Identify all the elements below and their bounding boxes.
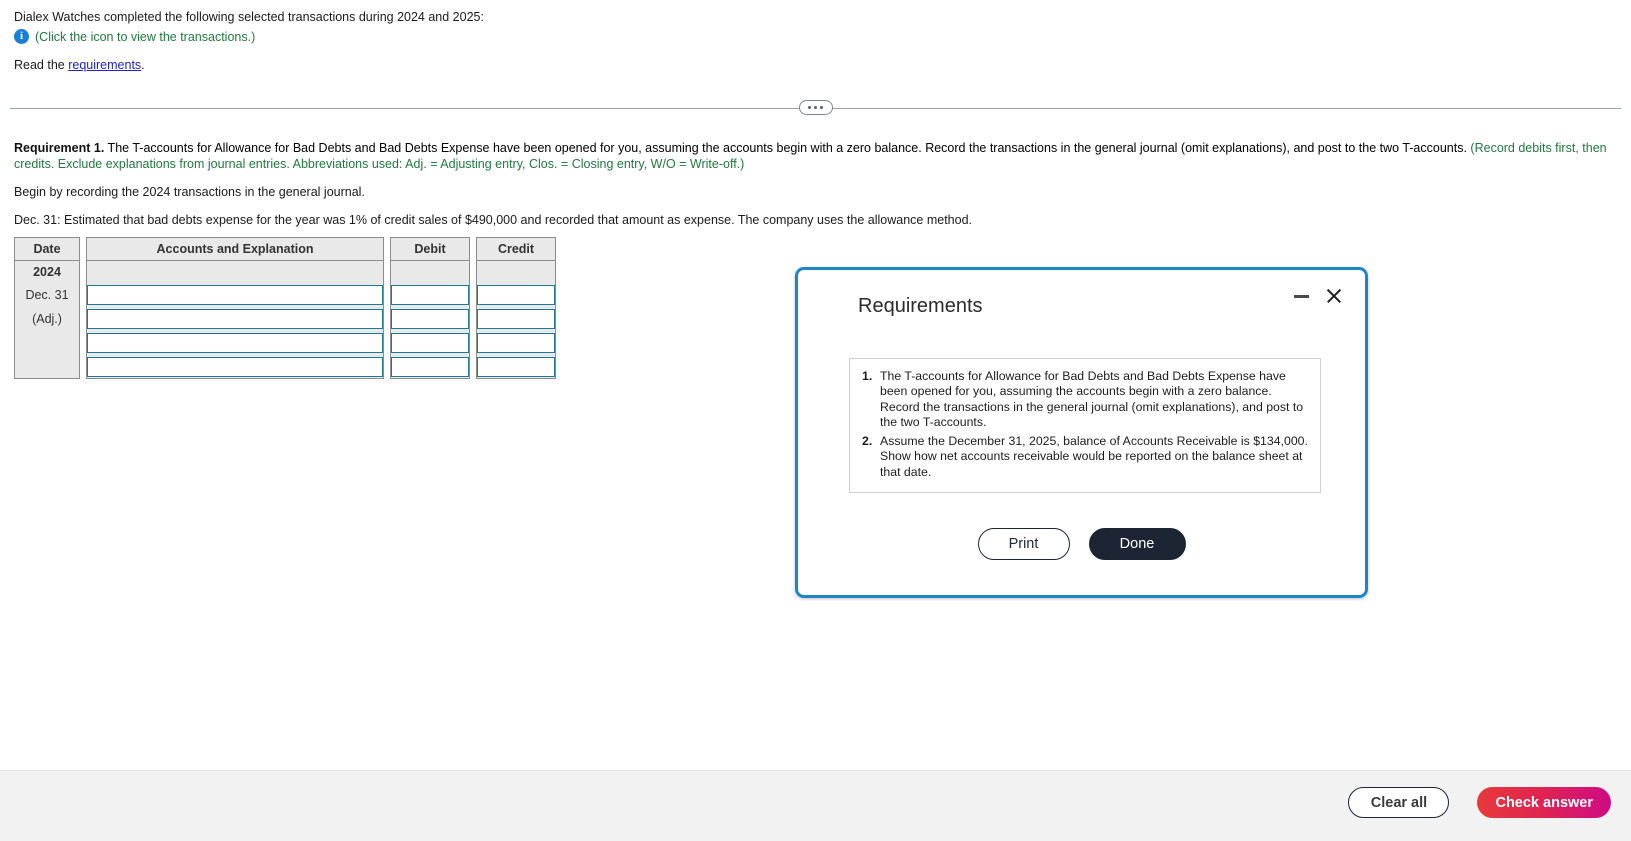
credit-input[interactable] (477, 356, 555, 377)
list-item: 1. The T-accounts for Allowance for Bad … (858, 369, 1308, 430)
footer-bar: Clear all Check answer (0, 770, 1631, 841)
table-row (14, 355, 556, 379)
read-prefix: Read the (14, 58, 69, 72)
clear-all-button[interactable]: Clear all (1348, 787, 1450, 818)
section-divider (10, 100, 1621, 116)
begin-instruction: Begin by recording the 2024 transactions… (14, 185, 365, 199)
debit-cell (390, 307, 470, 331)
dialog-actions: Print Done (798, 528, 1365, 560)
accounts-cell (86, 355, 384, 379)
accounts-spacer-cell (86, 261, 384, 283)
icon-note-text: (Click the icon to view the transactions… (35, 29, 256, 44)
expand-dots-button[interactable] (798, 100, 833, 115)
credit-spacer-cell (476, 261, 556, 283)
header-date: Date (14, 237, 80, 261)
dialog-title: Requirements (858, 295, 983, 317)
debit-cell (390, 355, 470, 379)
check-answer-button[interactable]: Check answer (1477, 787, 1611, 818)
close-icon[interactable] (1325, 287, 1343, 305)
done-button[interactable]: Done (1088, 528, 1186, 560)
footer-actions: Clear all Check answer (1348, 787, 1611, 818)
date-label-year: 2024 (14, 261, 80, 283)
requirement-number: 1. (862, 369, 873, 383)
requirement-item-text: Assume the December 31, 2025, balance of… (880, 434, 1308, 479)
credit-cell (476, 283, 556, 307)
date-label-adj: (Adj.) (14, 307, 80, 331)
debit-spacer-cell (390, 261, 470, 283)
requirement-body: The T-accounts for Allowance for Bad Deb… (104, 141, 1471, 155)
credit-input[interactable] (477, 285, 555, 305)
info-icon[interactable]: i (14, 29, 29, 44)
table-row: (Adj.) (14, 307, 556, 331)
requirements-link[interactable]: requirements (68, 58, 141, 72)
journal-header-row: Date Accounts and Explanation Debit Cred… (14, 237, 556, 261)
accounts-input[interactable] (87, 356, 383, 377)
credit-input[interactable] (477, 333, 555, 353)
accounts-input[interactable] (87, 285, 383, 305)
date-label-dec31: Dec. 31 (14, 283, 80, 307)
dialog-window-controls (1294, 287, 1343, 305)
requirement-text-block: Requirement 1. The T-accounts for Allowa… (14, 140, 1617, 172)
requirements-list-panel: 1. The T-accounts for Allowance for Bad … (849, 358, 1321, 494)
header-accounts: Accounts and Explanation (86, 237, 384, 261)
print-button[interactable]: Print (977, 528, 1070, 560)
requirement-item-text: The T-accounts for Allowance for Bad Deb… (880, 369, 1304, 429)
requirements-dialog: Requirements 1. The T-accounts for Allow… (795, 267, 1368, 598)
minimize-icon[interactable] (1294, 294, 1309, 298)
requirement-number: 2. (862, 434, 873, 449)
debit-cell (390, 283, 470, 307)
debit-cell (390, 331, 470, 355)
debit-input[interactable] (391, 285, 469, 305)
list-item: 2. Assume the December 31, 2025, balance… (858, 434, 1308, 480)
problem-intro: Dialex Watches completed the following s… (14, 10, 484, 24)
page-root: Dialex Watches completed the following s… (0, 0, 1631, 841)
accounts-input[interactable] (87, 333, 383, 353)
table-row (14, 331, 556, 355)
credit-input[interactable] (477, 309, 555, 329)
transaction-description: Dec. 31: Estimated that bad debts expens… (14, 213, 972, 227)
debit-input[interactable] (391, 356, 469, 377)
date-label-blank (14, 331, 80, 355)
dot-icon (820, 106, 823, 109)
header-credit: Credit (476, 237, 556, 261)
table-row: Dec. 31 (14, 283, 556, 307)
general-journal-table: Date Accounts and Explanation Debit Cred… (14, 237, 556, 379)
dot-icon (814, 106, 817, 109)
read-suffix: . (141, 58, 145, 72)
date-label-blank (14, 355, 80, 379)
read-requirements-line: Read the requirements. (14, 58, 145, 72)
accounts-cell (86, 331, 384, 355)
dot-icon (808, 106, 811, 109)
journal-year-row: 2024 (14, 261, 556, 283)
credit-cell (476, 355, 556, 379)
accounts-cell (86, 307, 384, 331)
accounts-input[interactable] (87, 309, 383, 329)
credit-cell (476, 307, 556, 331)
debit-input[interactable] (391, 333, 469, 353)
accounts-cell (86, 283, 384, 307)
credit-cell (476, 331, 556, 355)
requirement-label: Requirement 1. (14, 141, 105, 155)
debit-input[interactable] (391, 309, 469, 329)
header-debit: Debit (390, 237, 470, 261)
icon-note-row: i (Click the icon to view the transactio… (14, 29, 255, 44)
